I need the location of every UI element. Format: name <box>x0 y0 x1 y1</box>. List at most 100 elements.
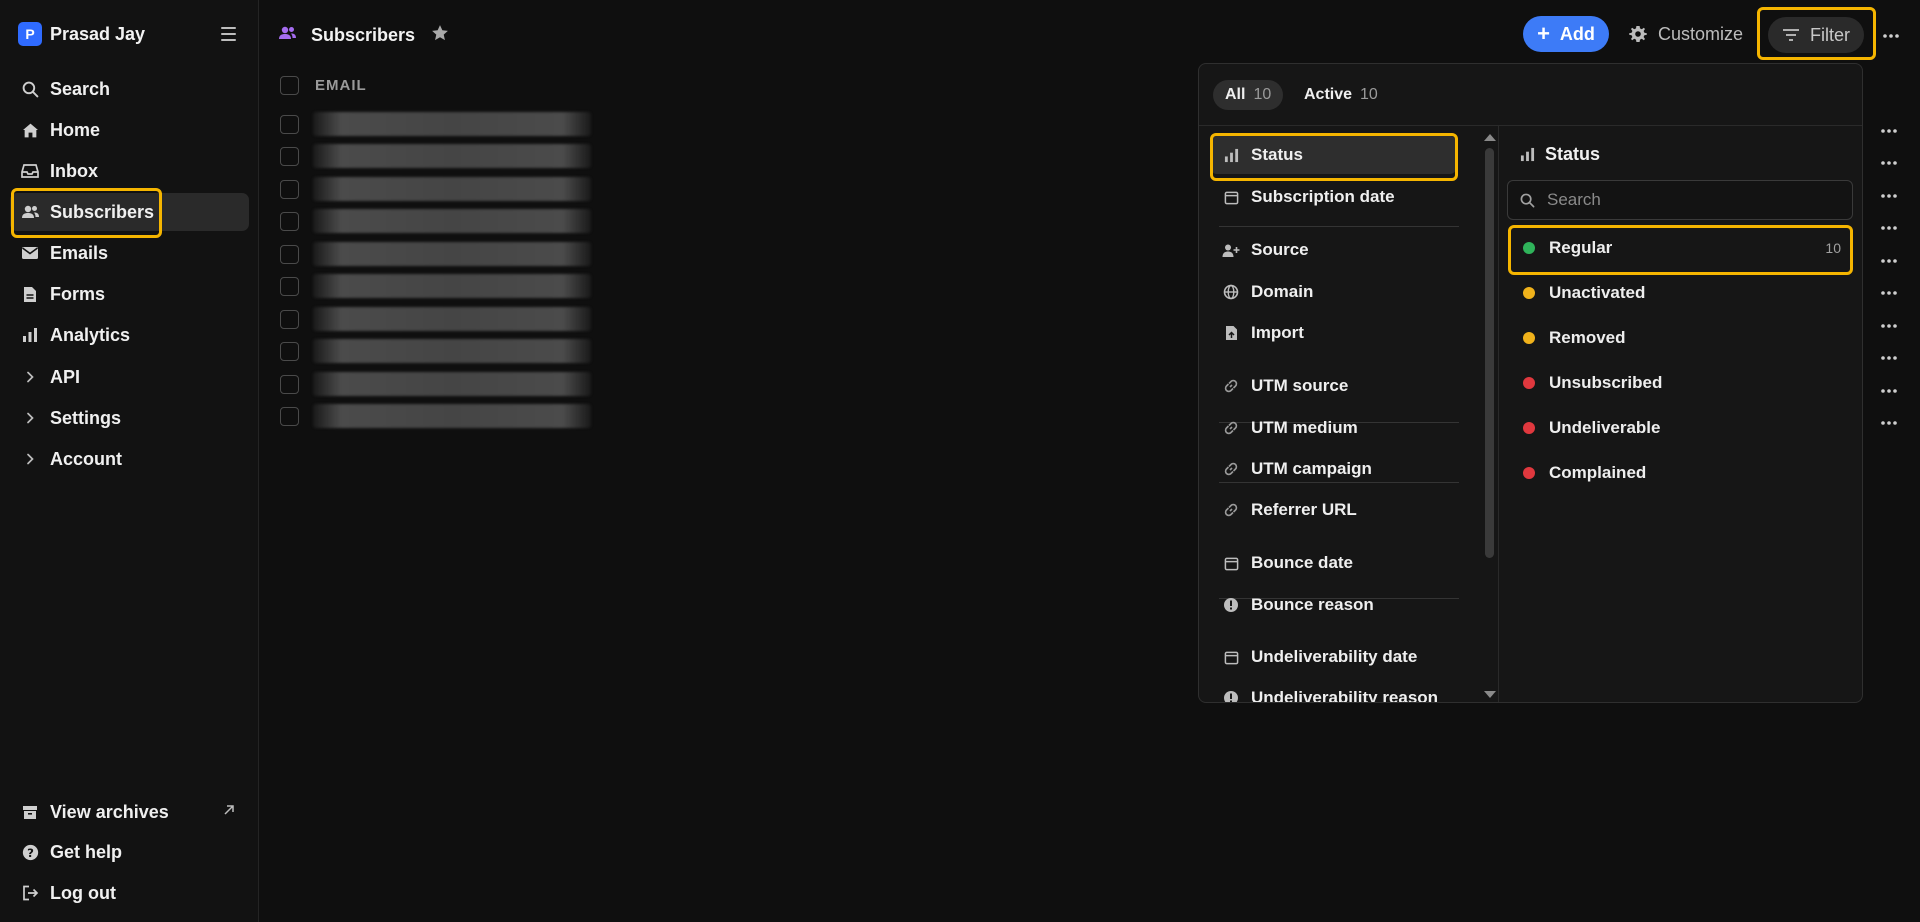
status-dot <box>1523 467 1535 479</box>
tab-all[interactable]: All 10 <box>1213 80 1284 110</box>
sidebar-item-label: Settings <box>50 407 122 428</box>
status-option-unactivated[interactable]: Unactivated <box>1507 273 1853 313</box>
row-more-icon[interactable] <box>1880 413 1898 431</box>
field-undeliverability-reason[interactable]: Undeliverability reason <box>1211 679 1456 703</box>
row-more-icon[interactable] <box>1880 186 1898 204</box>
sidebar-item-get-help[interactable]: ? Get help <box>10 833 249 871</box>
sidebar-item-view-archives[interactable]: View archives <box>10 793 249 831</box>
field-label: Source <box>1251 240 1309 259</box>
scrollbar-thumb[interactable] <box>1485 148 1494 558</box>
sidebar-item-log-out[interactable]: Log out <box>10 874 249 912</box>
table-row[interactable] <box>280 372 591 396</box>
row-more-icon[interactable] <box>1880 251 1898 269</box>
add-button[interactable]: + Add <box>1523 16 1609 52</box>
gear-icon <box>1629 26 1647 42</box>
sidebar-item-search[interactable]: Search <box>10 70 249 108</box>
sidebar-item-account[interactable]: Account <box>10 440 249 478</box>
table-row[interactable] <box>280 112 591 136</box>
sidebar-item-analytics[interactable]: Analytics <box>10 316 249 354</box>
customize-button[interactable]: Customize <box>1628 18 1743 50</box>
row-checkbox[interactable] <box>280 341 299 361</box>
field-source[interactable]: Source <box>1211 231 1456 269</box>
status-search-input[interactable] <box>1547 190 1827 210</box>
field-subscription-date[interactable]: Subscription date <box>1211 178 1456 216</box>
row-more-icon[interactable] <box>1880 153 1898 171</box>
table-row[interactable] <box>280 144 591 168</box>
alert-icon <box>1221 688 1241 702</box>
tab-count: 10 <box>1253 86 1272 103</box>
chevron-right-icon <box>20 449 40 469</box>
status-option-undeliverable[interactable]: Undeliverable <box>1507 408 1853 448</box>
select-all-checkbox[interactable] <box>280 76 299 95</box>
field-import[interactable]: Import <box>1211 314 1456 352</box>
row-more-icon[interactable] <box>1880 218 1898 236</box>
row-more-icon[interactable] <box>1880 121 1898 139</box>
search-icon <box>20 79 40 99</box>
star-icon[interactable] <box>431 24 449 47</box>
row-more-icon[interactable] <box>1880 316 1898 334</box>
scroll-up-arrow[interactable] <box>1484 134 1496 141</box>
row-checkbox[interactable] <box>280 244 299 264</box>
inbox-icon <box>20 161 40 181</box>
more-options-icon[interactable] <box>1882 26 1900 44</box>
field-undeliverability-date[interactable]: Undeliverability date <box>1211 638 1456 676</box>
status-option-complained[interactable]: Complained <box>1507 453 1853 493</box>
option-label: Undeliverable <box>1549 418 1661 437</box>
menu-icon[interactable] <box>218 24 240 44</box>
field-utm-source[interactable]: UTM source <box>1211 367 1456 405</box>
column-header-email[interactable]: EMAIL <box>315 77 367 94</box>
sidebar-item-label: Emails <box>50 242 109 263</box>
field-status[interactable]: Status <box>1211 136 1456 174</box>
field-utm-medium[interactable]: UTM medium <box>1211 409 1456 447</box>
table-row[interactable] <box>280 242 591 266</box>
sidebar-item-settings[interactable]: Settings <box>10 399 249 437</box>
row-more-icon[interactable] <box>1880 381 1898 399</box>
sidebar-item-forms[interactable]: Forms <box>10 275 249 313</box>
field-referrer-url[interactable]: Referrer URL <box>1211 491 1456 529</box>
field-bounce-reason[interactable]: Bounce reason <box>1211 586 1456 624</box>
sidebar-item-emails[interactable]: Emails <box>10 234 249 272</box>
option-label: Regular <box>1549 238 1613 257</box>
option-count: 10 <box>1825 240 1841 256</box>
row-more-icon[interactable] <box>1880 283 1898 301</box>
redacted-email <box>313 339 591 363</box>
table-header: EMAIL <box>280 76 367 95</box>
field-bounce-date[interactable]: Bounce date <box>1211 544 1456 582</box>
table-row[interactable] <box>280 339 591 363</box>
redacted-email <box>313 404 591 428</box>
archive-icon <box>20 802 40 822</box>
status-option-removed[interactable]: Removed <box>1507 318 1853 358</box>
row-checkbox[interactable] <box>280 276 299 296</box>
table-row[interactable] <box>280 404 591 428</box>
sidebar-item-api[interactable]: API <box>10 358 249 396</box>
sidebar-item-label: View archives <box>50 801 169 822</box>
row-checkbox[interactable] <box>280 374 299 394</box>
table-row[interactable] <box>280 209 591 233</box>
row-checkbox[interactable] <box>280 146 299 166</box>
status-option-regular[interactable]: Regular 10 <box>1507 228 1853 268</box>
row-checkbox[interactable] <box>280 114 299 134</box>
sidebar-item-inbox[interactable]: Inbox <box>10 152 249 190</box>
table-row[interactable] <box>280 274 591 298</box>
tab-active[interactable]: Active 10 <box>1292 80 1390 110</box>
row-checkbox[interactable] <box>280 309 299 329</box>
row-more-icon[interactable] <box>1880 348 1898 366</box>
table-row[interactable] <box>280 307 591 331</box>
row-checkbox[interactable] <box>280 179 299 199</box>
filter-button[interactable]: Filter <box>1768 17 1864 53</box>
row-checkbox[interactable] <box>280 211 299 231</box>
calendar-icon <box>1221 187 1241 207</box>
field-label: Undeliverability reason <box>1251 688 1439 703</box>
workspace-switcher[interactable]: P Prasad Jay <box>18 22 145 46</box>
scroll-down-arrow[interactable] <box>1484 691 1496 698</box>
status-search[interactable] <box>1507 180 1853 220</box>
field-domain[interactable]: Domain <box>1211 273 1456 311</box>
table-row[interactable] <box>280 177 591 201</box>
sidebar-item-subscribers[interactable]: Subscribers <box>10 193 249 231</box>
row-checkbox[interactable] <box>280 406 299 426</box>
status-option-unsubscribed[interactable]: Unsubscribed <box>1507 363 1853 403</box>
field-label: Status <box>1251 145 1303 164</box>
field-list-scrollbar[interactable] <box>1482 128 1496 702</box>
sidebar-item-home[interactable]: Home <box>10 111 249 149</box>
calendar-icon <box>1221 647 1241 667</box>
